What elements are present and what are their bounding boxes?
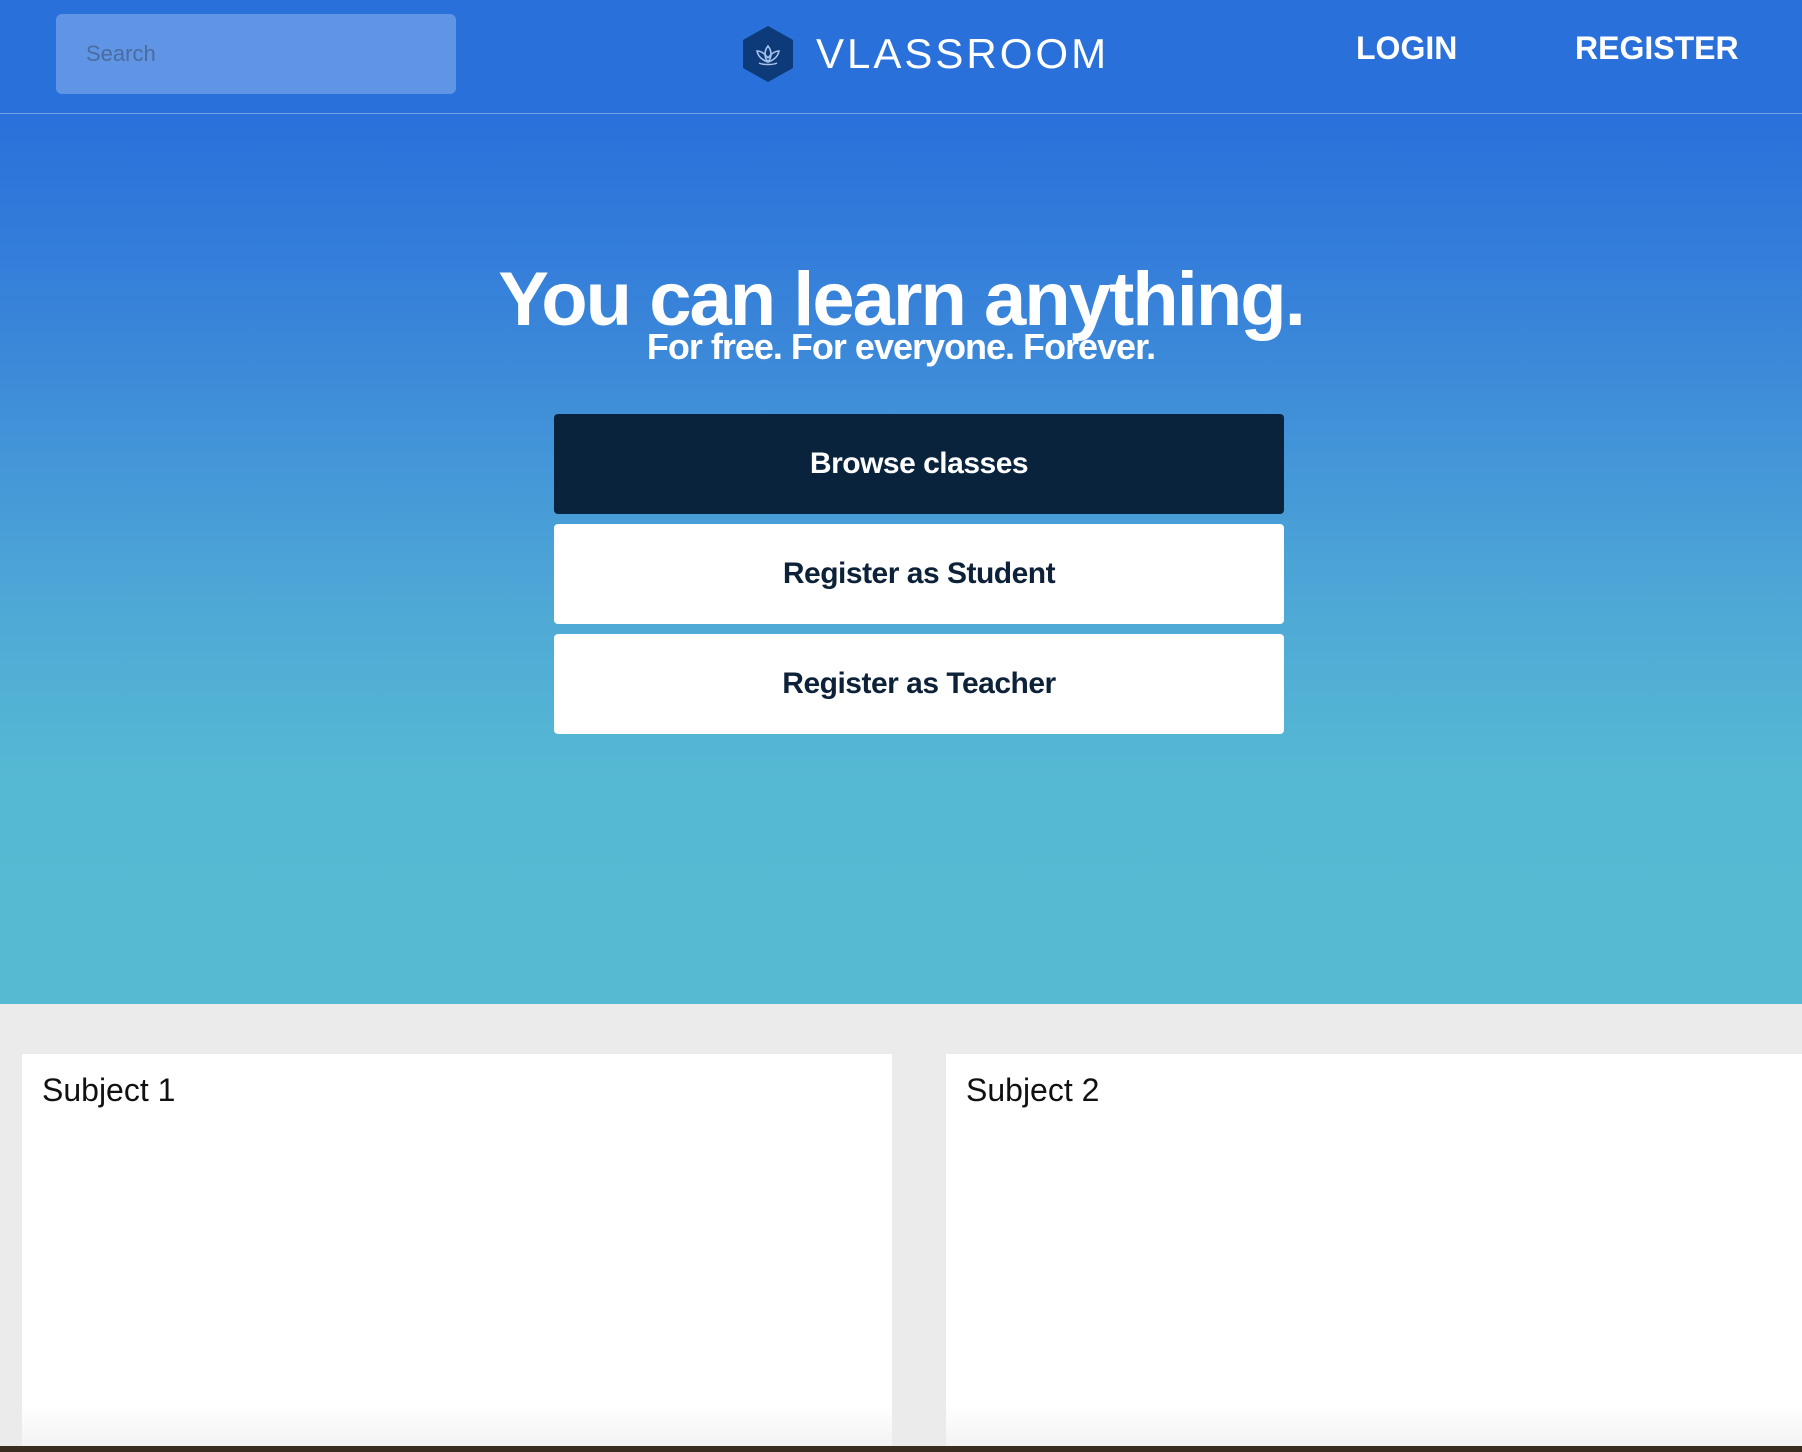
hero-subtitle: For free. For everyone. Forever. bbox=[646, 326, 1156, 367]
brand-name: VLASSROOM bbox=[816, 30, 1110, 77]
subject-card[interactable]: Subject 1 bbox=[22, 1054, 892, 1452]
lotus-hexagon-icon bbox=[743, 26, 793, 82]
login-link[interactable]: LOGIN bbox=[1356, 30, 1457, 67]
register-teacher-button[interactable]: Register as Teacher bbox=[554, 634, 1284, 734]
top-navbar: VLASSROOM LOGIN REGISTER bbox=[0, 0, 1802, 114]
brand-logo-link[interactable]: VLASSROOM bbox=[740, 24, 1109, 84]
hero-section: You can learn anything. For free. For ev… bbox=[0, 114, 1802, 1004]
register-student-button[interactable]: Register as Student bbox=[554, 524, 1284, 624]
subject-card[interactable]: Subject 2 bbox=[946, 1054, 1802, 1452]
search-input[interactable] bbox=[56, 14, 456, 94]
browse-classes-button[interactable]: Browse classes bbox=[554, 414, 1284, 514]
register-link[interactable]: REGISTER bbox=[1575, 30, 1739, 67]
page: VLASSROOM LOGIN REGISTER You can learn a… bbox=[0, 0, 1802, 1452]
subject-title: Subject 1 bbox=[42, 1072, 176, 1108]
bottom-edge-divider bbox=[0, 1446, 1802, 1452]
subject-title: Subject 2 bbox=[966, 1072, 1100, 1108]
